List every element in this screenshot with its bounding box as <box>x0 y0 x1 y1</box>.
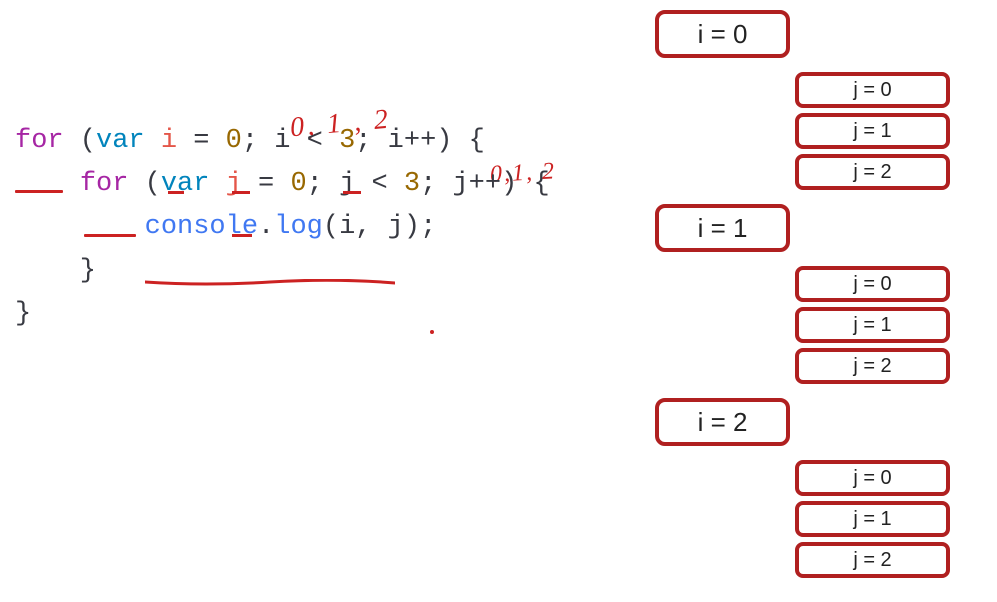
code-line-1: for (var i = 0; i < 3; i++) { <box>15 120 550 163</box>
underline-for-outer-icon <box>15 190 63 193</box>
console-object: console <box>145 212 258 242</box>
iteration-box-inner: j = 1 <box>795 307 950 343</box>
iteration-box-inner: j = 0 <box>795 72 950 108</box>
num-three-outer: 3 <box>339 126 355 156</box>
keyword-for-outer: for <box>15 126 64 156</box>
underline-console-log-icon <box>145 279 395 285</box>
iteration-box-outer: i = 1 <box>655 204 790 252</box>
iteration-box-inner: j = 0 <box>795 460 950 496</box>
num-three-inner: 3 <box>404 169 420 199</box>
keyword-var-outer: var <box>96 126 145 156</box>
iteration-box-inner: j = 1 <box>795 501 950 537</box>
underline-i-icon <box>168 191 184 194</box>
iteration-box-outer: i = 2 <box>655 398 790 446</box>
iteration-box-inner: j = 2 <box>795 154 950 190</box>
iteration-box-inner: j = 0 <box>795 266 950 302</box>
log-method: log <box>274 212 323 242</box>
code-line-3: console.log(i, j); <box>15 206 550 249</box>
num-zero-outer: 0 <box>226 126 242 156</box>
iteration-box-outer: i = 0 <box>655 10 790 58</box>
iteration-box-inner: j = 2 <box>795 542 950 578</box>
iteration-box-inner: j = 2 <box>795 348 950 384</box>
code-line-2: for (var j = 0; j < 3; j++) { <box>15 163 550 206</box>
iteration-box-inner: j = 1 <box>795 113 950 149</box>
num-zero-inner: 0 <box>290 169 306 199</box>
underline-zero-icon <box>232 191 250 194</box>
underline-for-inner-icon <box>84 234 136 237</box>
keyword-var-inner: var <box>161 169 210 199</box>
keyword-for-inner: for <box>80 169 129 199</box>
underline-three-icon <box>343 191 361 194</box>
ident-j: j <box>226 169 242 199</box>
iteration-diagram: i = 0 j = 0 j = 1 j = 2 i = 1 j = 0 j = … <box>655 10 965 583</box>
underline-j-icon <box>232 234 252 237</box>
code-line-5: } <box>15 293 550 336</box>
ident-i: i <box>161 126 177 156</box>
stray-dot-icon <box>430 330 434 334</box>
code-block: for (var i = 0; i < 3; i++) { for (var j… <box>15 120 550 336</box>
